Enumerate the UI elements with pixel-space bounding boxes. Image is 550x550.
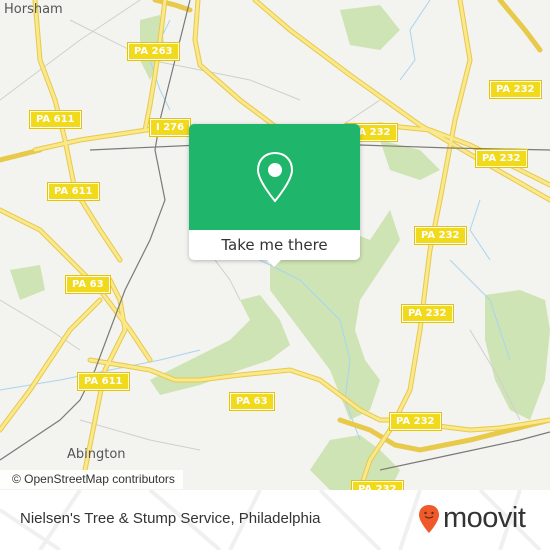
route-shield: PA 263 — [127, 42, 180, 61]
route-shield: PA 611 — [47, 182, 100, 201]
footer-bar: Nielsen's Tree & Stump Service, Philadel… — [0, 490, 550, 550]
place-label-horsham: Horsham — [4, 2, 63, 17]
park-area — [485, 290, 550, 420]
popup-pointer — [267, 260, 281, 267]
route-shield: PA 232 — [351, 480, 404, 490]
route-shield: PA 611 — [77, 372, 130, 391]
route-shield: PA 232 — [489, 80, 542, 99]
popup-header[interactable] — [189, 124, 360, 230]
park-area — [10, 265, 45, 300]
moovit-pin-icon — [419, 504, 439, 533]
map-canvas[interactable]: Horsham Abington PA 263 PA 611 I 276 PA … — [0, 0, 550, 490]
stream — [399, 0, 431, 81]
railway — [379, 431, 550, 471]
moovit-wordmark: moovit — [443, 502, 526, 534]
location-popup: Take me there — [189, 124, 360, 267]
route-shield: I 276 — [148, 118, 192, 137]
take-me-there-button[interactable]: Take me there — [189, 230, 360, 260]
route-shield: PA 232 — [414, 226, 467, 245]
route-shield: PA 63 — [229, 392, 275, 411]
route-shield: PA 611 — [29, 110, 82, 129]
park-area — [340, 5, 400, 50]
route-shield: PA 232 — [475, 149, 528, 168]
route-shield: PA 232 — [401, 304, 454, 323]
place-title: Nielsen's Tree & Stump Service, Philadel… — [20, 510, 321, 527]
route-shield: PA 63 — [65, 275, 111, 294]
stream — [469, 199, 491, 261]
route-shield: PA 232 — [389, 412, 442, 431]
location-pin-icon — [256, 151, 293, 203]
moovit-logo[interactable]: moovit — [418, 502, 526, 535]
place-label-abington: Abington — [67, 447, 126, 462]
map-attribution[interactable]: © OpenStreetMap contributors — [0, 470, 183, 489]
